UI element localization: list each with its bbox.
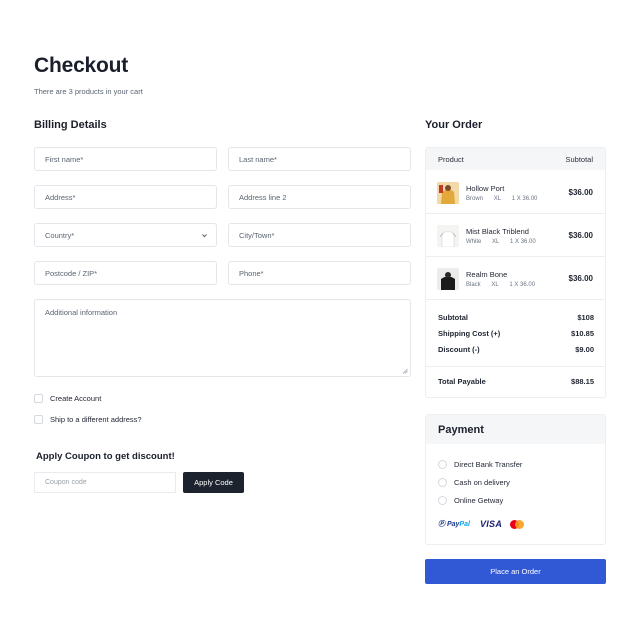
radio-button[interactable] — [438, 478, 447, 487]
payment-panel: Payment Direct Bank Transfer Cash on del… — [425, 414, 606, 545]
place-order-button[interactable]: Place an Order — [425, 559, 606, 584]
postcode-field[interactable]: Postcode / ZIP* — [34, 261, 217, 285]
paypal-p-icon: Ⓟ — [438, 521, 445, 528]
product-size: XL — [492, 239, 500, 245]
chevron-down-icon — [202, 234, 207, 238]
product-price: $36.00 — [568, 274, 593, 283]
radio-button[interactable] — [438, 496, 447, 505]
product-qty: 1 X 36.00 — [509, 282, 536, 288]
first-name-field[interactable]: First name* — [34, 147, 217, 171]
payment-option-bank[interactable]: Direct Bank Transfer — [438, 460, 522, 469]
product-color: Brown — [466, 196, 484, 202]
product-thumbnail — [437, 268, 459, 290]
resize-grip-icon[interactable] — [402, 368, 408, 374]
billing-heading: Billing Details — [34, 119, 107, 131]
mastercard-icon — [510, 519, 525, 529]
payment-heading: Payment — [438, 424, 484, 436]
create-account-label: Create Account — [50, 394, 102, 403]
product-qty: 1 X 36.00 — [510, 239, 536, 245]
order-item: Realm Bone Black XL 1 X 36.00 $36.00 — [426, 257, 605, 300]
product-color: Black — [466, 282, 481, 288]
coupon-input[interactable]: Coupon code — [34, 472, 176, 493]
coupon-heading: Apply Coupon to get discount! — [36, 451, 175, 462]
ship-different-checkbox[interactable]: Ship to a different address? — [34, 415, 142, 424]
order-summary: Product Subtotal Hollow Port Brown XL 1 … — [425, 147, 606, 398]
subtotal-column-header: Subtotal — [565, 155, 593, 164]
total-value: $88.15 — [571, 377, 594, 386]
product-meta: Black XL 1 X 36.00 — [466, 282, 544, 288]
subtotal-row: Subtotal $108 — [438, 313, 594, 322]
apply-code-button[interactable]: Apply Code — [183, 472, 244, 493]
subtotal-value: $108 — [577, 313, 594, 322]
radio-button[interactable] — [438, 460, 447, 469]
order-item: Hollow Port Brown XL 1 X 36.00 $36.00 — [426, 171, 605, 214]
additional-info-textarea[interactable]: Additional information — [34, 299, 411, 377]
total-label: Total Payable — [438, 377, 486, 386]
product-price: $36.00 — [568, 231, 593, 240]
address-line-2-field[interactable]: Address line 2 — [228, 185, 411, 209]
payment-option-label: Direct Bank Transfer — [454, 460, 523, 469]
create-account-checkbox[interactable]: Create Account — [34, 394, 101, 403]
total-divider — [426, 366, 605, 367]
total-row: Total Payable $88.15 — [438, 377, 594, 386]
country-select-label: Country* — [45, 230, 75, 240]
discount-row: Discount (-) $9.00 — [438, 345, 594, 354]
country-select[interactable]: Country* — [34, 223, 217, 247]
payment-option-cod[interactable]: Cash on delivery — [438, 478, 510, 487]
shipping-row: Shipping Cost (+) $10.85 — [438, 329, 594, 338]
additional-info-placeholder: Additional information — [45, 308, 118, 317]
phone-field[interactable]: Phone* — [228, 261, 411, 285]
product-size: XL — [493, 196, 502, 202]
product-price: $36.00 — [568, 188, 593, 197]
paypal-logo: Ⓟ PayPal — [438, 521, 470, 528]
shipping-value: $10.85 — [571, 329, 594, 338]
product-name: Hollow Port — [466, 184, 505, 193]
discount-value: $9.00 — [575, 345, 594, 354]
payment-option-online[interactable]: Online Getway — [438, 496, 503, 505]
payment-option-label: Cash on delivery — [454, 478, 510, 487]
product-name: Realm Bone — [466, 270, 508, 279]
payment-header: Payment — [426, 415, 605, 444]
last-name-field[interactable]: Last name* — [228, 147, 411, 171]
product-meta: Brown XL 1 X 36.00 — [466, 196, 546, 202]
order-heading: Your Order — [425, 119, 483, 131]
payment-option-label: Online Getway — [454, 496, 504, 505]
order-table-header: Product Subtotal — [426, 148, 605, 170]
product-column-header: Product — [438, 155, 464, 164]
ship-different-label: Ship to a different address? — [50, 415, 142, 424]
ship-different-box[interactable] — [34, 415, 43, 424]
product-size: XL — [491, 282, 499, 288]
product-qty: 1 X 36.00 — [511, 196, 538, 202]
page-subtitle: There are 3 products in your cart — [34, 87, 143, 96]
discount-label: Discount (-) — [438, 345, 480, 354]
shipping-label: Shipping Cost (+) — [438, 329, 501, 338]
product-name: Mist Black Triblend — [466, 227, 529, 236]
address-field[interactable]: Address* — [34, 185, 217, 209]
product-thumbnail — [437, 182, 459, 204]
create-account-box[interactable] — [34, 394, 43, 403]
product-meta: White XL 1 X 36.00 — [466, 239, 545, 245]
product-thumbnail — [437, 225, 459, 247]
subtotal-label: Subtotal — [438, 313, 468, 322]
page-title: Checkout — [34, 54, 129, 77]
payment-logos: Ⓟ PayPal VISA — [438, 519, 525, 529]
visa-logo: VISA — [479, 519, 503, 529]
order-item: Mist Black Triblend White XL 1 X 36.00 $… — [426, 214, 605, 257]
city-field[interactable]: City/Town* — [228, 223, 411, 247]
product-color: White — [466, 239, 482, 245]
